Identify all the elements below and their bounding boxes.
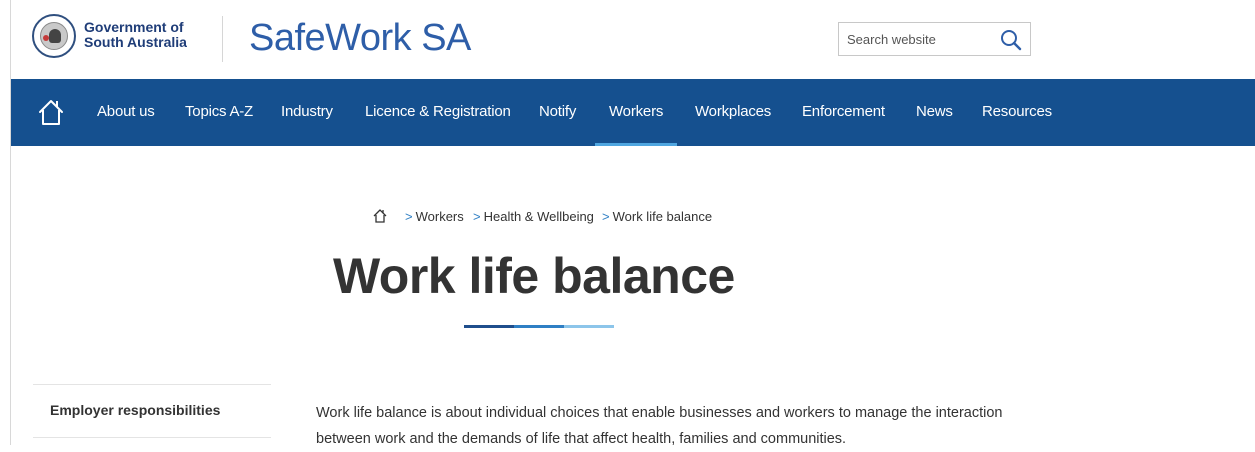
site-header: Government of South Australia SafeWork S… [11, 0, 1255, 79]
nav-home-button[interactable] [36, 97, 66, 127]
gov-line-1: Government of [84, 19, 184, 35]
nav-item-licence-registration[interactable]: Licence & Registration [365, 79, 511, 146]
sidebar-item-employer-responsibilities[interactable]: Employer responsibilities [50, 402, 220, 418]
header-divider [222, 16, 223, 62]
breadcrumb-label: Health & Wellbeing [483, 209, 594, 224]
nav-item-enforcement[interactable]: Enforcement [802, 79, 885, 146]
breadcrumb-item-workers[interactable]: > Workers [405, 208, 464, 225]
nav-item-resources[interactable]: Resources [982, 79, 1052, 146]
breadcrumb-separator: > [405, 209, 413, 224]
home-icon [39, 100, 63, 125]
site-title[interactable]: SafeWork SA [249, 14, 471, 62]
breadcrumb-item-current: > Work life balance [602, 208, 712, 225]
nav-item-workplaces[interactable]: Workplaces [695, 79, 771, 146]
nav-item-notify[interactable]: Notify [539, 79, 576, 146]
title-underline-segment-light [564, 325, 614, 328]
breadcrumb-label: Work life balance [612, 209, 713, 224]
breadcrumb-home-link[interactable] [372, 208, 388, 224]
title-underline-segment-dark [464, 325, 514, 328]
intro-paragraph: Work life balance is about individual ch… [316, 405, 1003, 447]
crest-piping-shrike [49, 29, 61, 43]
page-title: Work life balance [333, 248, 735, 304]
search-icon [1001, 30, 1022, 51]
breadcrumb-label: Workers [415, 209, 464, 224]
breadcrumb-separator: > [473, 209, 481, 224]
nav-item-industry[interactable]: Industry [281, 79, 333, 146]
crest-red-detail [43, 35, 49, 41]
government-logo-text[interactable]: Government of South Australia [84, 20, 187, 50]
search-input[interactable] [847, 30, 987, 48]
breadcrumb-home-icon [373, 209, 387, 223]
main-nav: About us Topics A-Z Industry Licence & R… [11, 79, 1255, 146]
nav-item-news[interactable]: News [916, 79, 953, 146]
breadcrumb-item-health-wellbeing[interactable]: > Health & Wellbeing [473, 208, 594, 225]
nav-item-workers[interactable]: Workers [594, 79, 678, 146]
sa-government-crest-icon[interactable] [32, 14, 76, 58]
search-button[interactable] [998, 27, 1024, 53]
crest-emblem [40, 22, 68, 50]
nav-item-topics-a-z[interactable]: Topics A-Z [185, 79, 253, 146]
search-box [838, 22, 1031, 56]
title-underline-segment-mid [514, 325, 564, 328]
gov-line-2: South Australia [84, 34, 187, 50]
sidebar-divider [33, 384, 271, 385]
nav-item-about-us[interactable]: About us [97, 79, 155, 146]
breadcrumb-separator: > [602, 209, 610, 224]
sidebar-divider [33, 437, 271, 438]
